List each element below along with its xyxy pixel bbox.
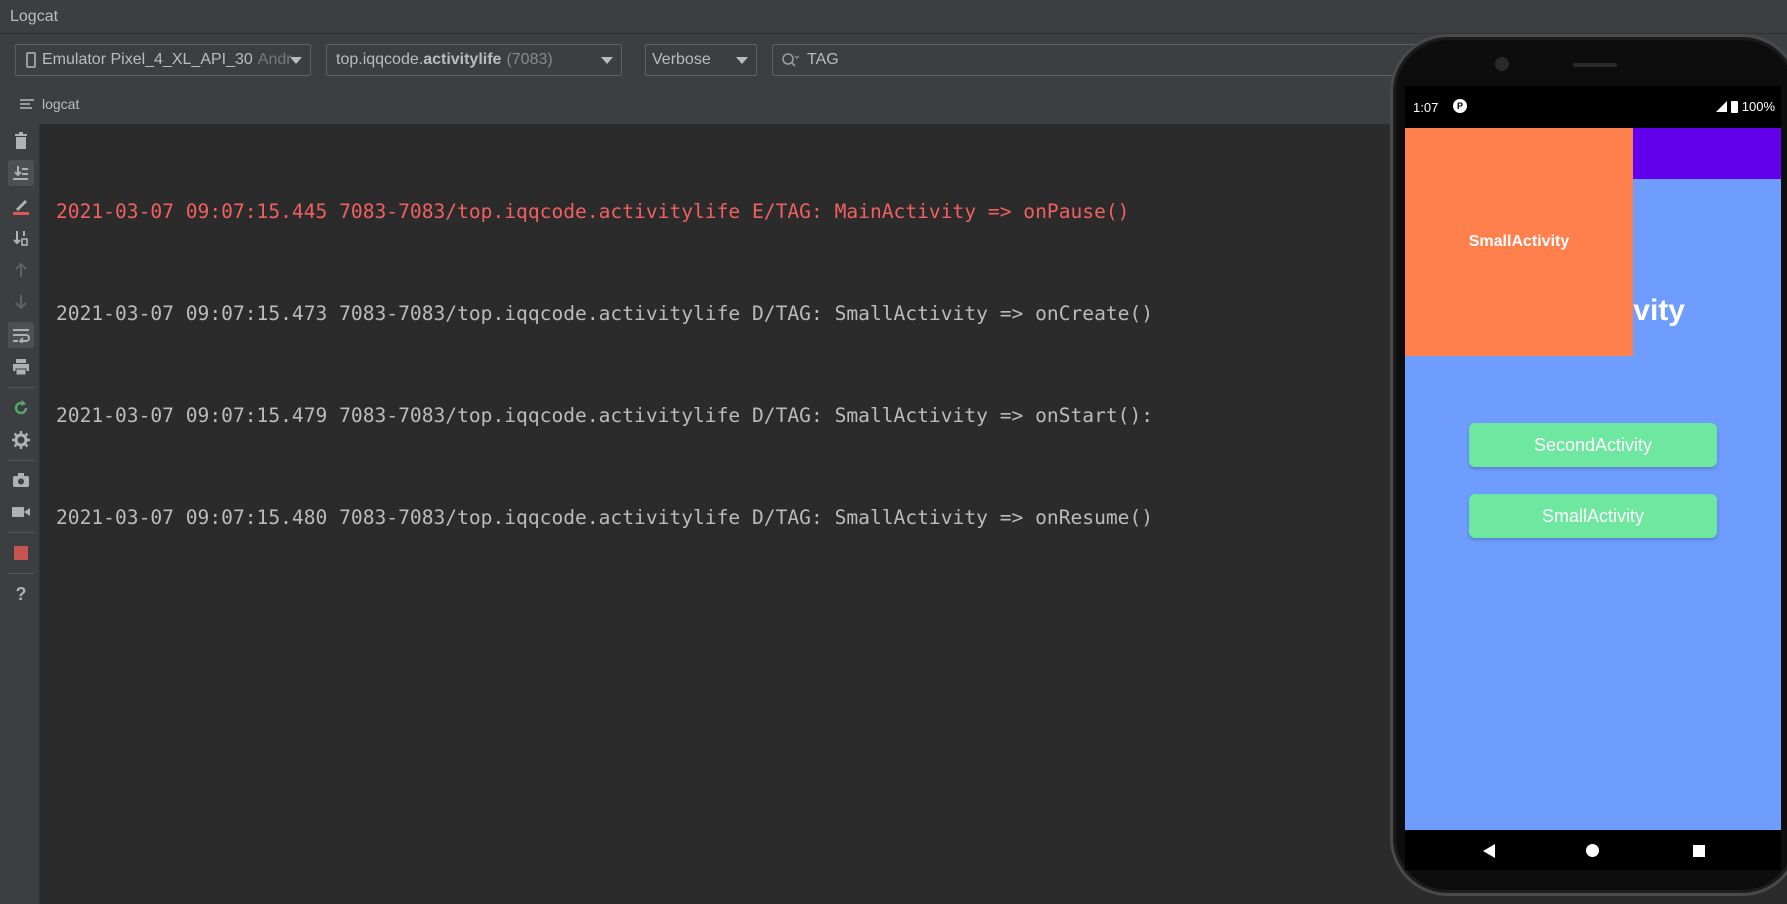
back-icon[interactable] (1483, 844, 1495, 858)
trash-icon[interactable] (8, 128, 34, 154)
process-selector[interactable]: top.iqqcode. activitylife (7083) (326, 44, 622, 76)
device-name: Emulator Pixel_4_XL_API_30 (42, 51, 253, 68)
sort-icon[interactable] (8, 225, 34, 251)
chevron-down-icon (601, 57, 613, 64)
camera-icon (1495, 57, 1509, 71)
battery-level: 100% (1741, 99, 1775, 114)
title-bar: Logcat (0, 0, 1787, 34)
chevron-down-icon (736, 57, 748, 64)
stop-icon[interactable] (8, 540, 34, 566)
toolbar-divider (8, 460, 34, 461)
process-pid: (7083) (506, 51, 553, 68)
arrow-up-icon[interactable] (8, 257, 34, 283)
toolbar-divider (8, 387, 34, 388)
main-activity-title: vity (1633, 294, 1685, 327)
process-name: activitylife (423, 51, 502, 68)
android-status-bar: 1:07 P 100% (1405, 86, 1781, 128)
search-input[interactable] (807, 51, 1407, 69)
log-level-selector[interactable]: Verbose (645, 44, 757, 76)
screen-record-icon[interactable] (8, 499, 34, 525)
search-field[interactable] (772, 44, 1472, 76)
recents-icon[interactable] (1693, 845, 1705, 857)
emulator-phone: 1:07 P 100% vity SecondActivity SmallAct… (1390, 34, 1787, 896)
help-icon[interactable]: ? (8, 581, 34, 607)
log-line[interactable]: 2021-03-07 09:07:15.479 7083-7083/top.iq… (56, 399, 1153, 433)
tab-label: logcat (42, 96, 80, 112)
logcat-list-icon (20, 99, 34, 109)
android-nav-bar (1405, 830, 1781, 870)
home-icon[interactable] (1586, 844, 1599, 857)
small-activity-window[interactable]: SmallActivity (1405, 128, 1633, 356)
process-prefix: top.iqqcode. (336, 51, 424, 68)
window-title: Logcat (10, 8, 59, 25)
device-suffix: Andr (257, 51, 292, 68)
signal-icon (1715, 101, 1727, 112)
status-time: 1:07 (1413, 100, 1439, 115)
arrow-down-icon[interactable] (8, 289, 34, 315)
clear-logcat-icon[interactable] (8, 193, 34, 219)
toolbar-divider (8, 532, 34, 533)
screenshot-icon[interactable] (8, 467, 34, 493)
small-activity-button[interactable]: SmallActivity (1469, 494, 1717, 538)
log-output[interactable]: 2021-03-07 09:07:15.445 7083-7083/top.iq… (56, 127, 1153, 569)
settings-icon[interactable] (8, 427, 34, 453)
second-activity-button[interactable]: SecondActivity (1469, 423, 1717, 467)
restart-icon[interactable] (8, 395, 34, 421)
device-icon (26, 52, 36, 68)
log-line[interactable]: 2021-03-07 09:07:15.480 7083-7083/top.iq… (56, 501, 1153, 535)
log-line[interactable]: 2021-03-07 09:07:15.473 7083-7083/top.iq… (56, 297, 1153, 331)
battery-icon (1730, 100, 1738, 113)
logcat-sidebar: ? (0, 124, 40, 904)
status-indicators: 100% (1715, 99, 1775, 114)
device-selector[interactable]: Emulator Pixel_4_XL_API_30 Andr (15, 44, 311, 76)
soft-wrap-icon[interactable] (8, 322, 34, 348)
small-activity-label: SmallActivity (1468, 233, 1570, 250)
tab-logcat[interactable]: logcat (20, 96, 79, 112)
search-icon (782, 53, 799, 67)
speaker-grille (1573, 63, 1617, 67)
log-line[interactable]: 2021-03-07 09:07:15.445 7083-7083/top.iq… (56, 195, 1153, 229)
chevron-down-icon (290, 57, 302, 64)
print-icon[interactable] (8, 354, 34, 380)
notification-icon: P (1453, 99, 1467, 113)
log-level-value: Verbose (652, 51, 711, 68)
toolbar-divider (8, 573, 34, 574)
scroll-to-end-icon[interactable] (8, 160, 34, 186)
app-screen: vity SecondActivity SmallActivity SmallA… (1405, 128, 1781, 830)
